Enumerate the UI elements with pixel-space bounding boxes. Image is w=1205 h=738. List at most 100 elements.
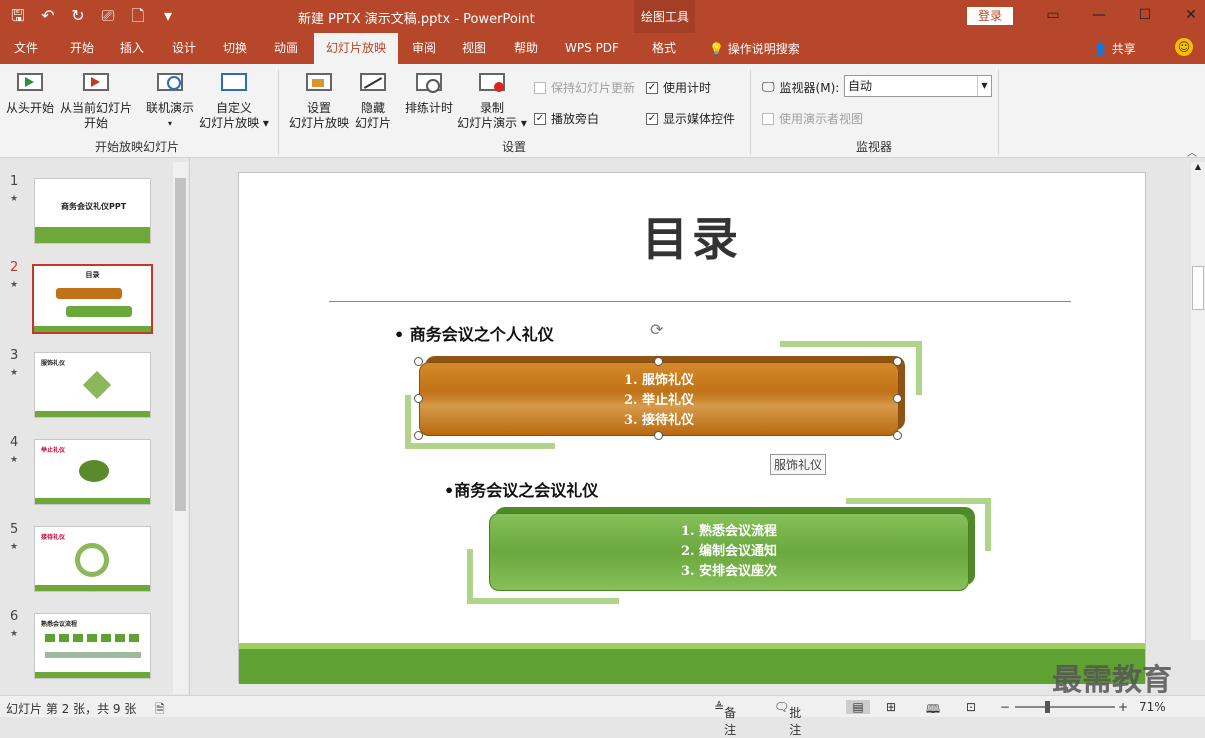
tab-help[interactable]: 帮助 [504,33,548,64]
collapse-ribbon-icon[interactable]: ︿ [1187,144,1197,159]
hide-slide-button[interactable]: 隐藏 幻灯片 [352,70,394,131]
notes-button[interactable]: ≜ 备注 [714,700,736,737]
custom-slideshow-button[interactable]: 自定义 幻灯片放映 ▾ [198,70,270,131]
tab-review[interactable]: 审阅 [402,33,446,64]
tab-home[interactable]: 开始 [60,33,104,64]
stopwatch-icon [414,70,444,98]
thumb-number: 6 [10,609,19,624]
tab-transitions[interactable]: 切换 [213,33,257,64]
zoom-slider-thumb[interactable] [1045,701,1050,713]
from-beginning-button[interactable]: 从头开始 [4,70,56,116]
group-label-start: 开始放映幻灯片 [95,140,180,154]
tell-me-search[interactable]: 💡 操作说明搜索 [709,40,800,57]
window-controls: ▭ — ☐ ✕ [1030,0,1205,33]
undo-icon[interactable]: ↶ [38,6,58,26]
setup-slideshow-button[interactable]: 设置 幻灯片放映 [288,70,350,131]
monitor-label: 🖵 监视器(M): [762,80,840,95]
tab-insert[interactable]: 插入 [110,33,154,64]
separator [750,70,751,154]
zoom-out-icon[interactable]: − [1000,700,1010,714]
slide-thumbnail-4[interactable]: 举止礼仪 [34,439,151,505]
slide-title[interactable]: 目录 [239,203,1145,269]
tab-view[interactable]: 视图 [452,33,496,64]
ribbon-display-icon[interactable]: ▭ [1030,0,1076,33]
resize-handle[interactable] [654,357,663,366]
presenter-view-checkbox[interactable]: 使用演示者视图 [762,110,863,127]
slide-editor[interactable]: 目录 • 商务会议之个人礼仪 1. 服饰礼仪 2. 举止礼仪 3. 接待礼仪 ⟳… [238,172,1146,684]
custom-slideshow-icon [219,70,249,98]
slide-scrollbar[interactable]: ▲ [1191,162,1205,640]
spellcheck-icon[interactable]: 🗎 [155,700,165,721]
tab-design[interactable]: 设计 [162,33,206,64]
lightbulb-icon: 💡 [709,42,728,56]
comments-button[interactable]: 🗨 批注 [774,700,801,737]
show-media-controls-checkbox[interactable]: ✓ 显示媒体控件 [646,110,735,127]
check-icon: ✓ [646,81,658,94]
resize-handle[interactable] [414,431,423,440]
present-from-start-icon[interactable]: ⎚ [98,6,118,26]
thumbnails-scrollbar[interactable] [173,162,188,694]
minimize-icon[interactable]: — [1076,0,1122,33]
scroll-up-icon[interactable]: ▲ [1191,162,1205,171]
rotate-handle-icon[interactable]: ⟳ [650,320,663,339]
resize-handle[interactable] [414,394,423,403]
zoom-in-icon[interactable]: + [1118,700,1128,714]
globe-icon [155,70,185,98]
new-file-icon[interactable]: 🗋 [128,6,148,26]
play-from-start-icon [15,70,45,98]
footer-stripe-dark [239,649,1145,684]
redo-icon[interactable]: ↻ [68,6,88,26]
orange-list-shape[interactable]: 1. 服饰礼仪 2. 举止礼仪 3. 接待礼仪 [419,362,899,436]
zoom-slider[interactable] [1015,706,1115,708]
group-label-monitor: 监视器 [856,140,893,154]
rehearse-timings-button[interactable]: 排练计时 [402,70,456,116]
slide-thumbnail-2[interactable]: 目录 [32,264,153,334]
save-icon[interactable]: 🖫 [8,6,28,26]
watermark-logo: 最需教育 [1052,663,1172,698]
from-current-button[interactable]: 从当前幻灯片 开始 [58,70,134,131]
resize-handle[interactable] [893,394,902,403]
present-online-button[interactable]: 联机演示 ▾ [142,70,198,131]
hide-slide-icon [358,70,388,98]
bullet-personal-etiquette[interactable]: • 商务会议之个人礼仪 [394,321,554,345]
keep-slides-updated-checkbox[interactable]: 保持幻灯片更新 [534,79,635,96]
slide-thumbnail-3[interactable]: 服饰礼仪 [34,352,151,418]
resize-handle[interactable] [414,357,423,366]
bullet-meeting-etiquette[interactable]: •商务会议之会议礼仪 [444,477,598,501]
slide-thumbnail-1[interactable]: 商务会议礼仪PPT [34,178,151,244]
monitor-select[interactable]: 自动 ▼ [844,75,992,97]
monitor-icon: 🖵 [762,80,775,95]
play-narrations-checkbox[interactable]: ✓ 播放旁白 [534,110,599,127]
tab-wps-pdf[interactable]: WPS PDF [558,33,626,64]
tab-slideshow[interactable]: 幻灯片放映 [314,33,398,64]
animation-star-icon: ★ [10,542,19,552]
tab-file[interactable]: 文件 [4,33,48,64]
title-divider [329,301,1071,302]
maximize-icon[interactable]: ☐ [1122,0,1168,33]
slideshow-view-icon[interactable]: ⊡ [966,700,976,714]
animation-star-icon: ★ [10,194,19,204]
tab-format[interactable]: 格式 [638,33,690,64]
green-list-shape[interactable]: 1. 熟悉会议流程 2. 编制会议通知 3. 安排会议座次 [489,513,969,591]
share-button[interactable]: 👤 共享 [1093,40,1136,57]
use-timings-checkbox[interactable]: ✓ 使用计时 [646,79,711,96]
zoom-level[interactable]: 71% [1139,700,1166,714]
customize-qat-icon[interactable]: ▾ [158,6,178,26]
thumb-number: 2 [10,260,19,275]
ribbon: 从头开始 从当前幻灯片 开始 联机演示 ▾ 自定义 幻灯片放映 ▾ 开始放映幻灯… [0,64,1205,159]
login-button[interactable]: 登录 [967,7,1013,25]
play-from-current-icon [81,70,111,98]
reading-view-icon[interactable]: 🕮 [926,700,940,721]
resize-handle[interactable] [893,431,902,440]
record-slideshow-button[interactable]: 录制 幻灯片演示 ▾ [456,70,528,131]
slide-thumbnail-5[interactable]: 接待礼仪 [34,526,151,592]
close-icon[interactable]: ✕ [1168,0,1205,33]
resize-handle[interactable] [893,357,902,366]
setup-slideshow-icon [304,70,334,98]
resize-handle[interactable] [654,431,663,440]
slide-thumbnail-6[interactable]: 熟悉会议流程 [34,613,151,679]
tab-animations[interactable]: 动画 [264,33,308,64]
feedback-smiley-icon[interactable]: ☺ [1175,38,1193,56]
slide-sorter-icon[interactable]: ⊞ [886,700,896,714]
normal-view-icon[interactable]: ▤ [846,700,870,714]
